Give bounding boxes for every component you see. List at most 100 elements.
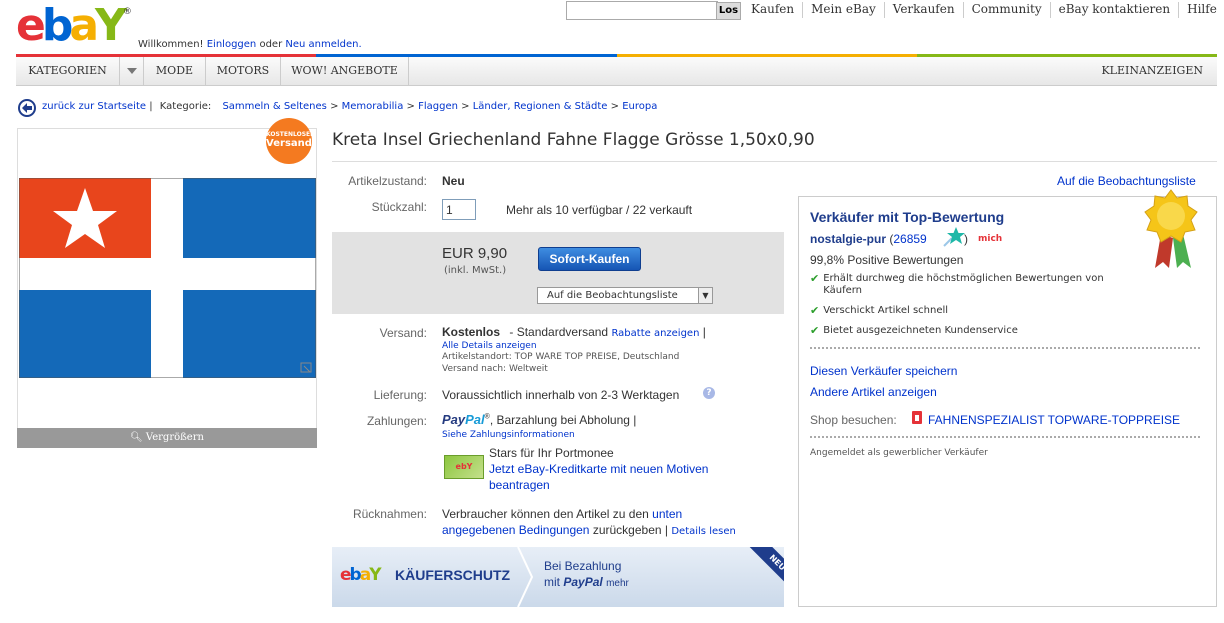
buy-now-button[interactable]: Sofort-Kaufen	[538, 247, 641, 271]
search-button[interactable]: Los	[716, 2, 741, 20]
back-arrow-icon[interactable]	[18, 99, 36, 117]
kleinanzeigen-link[interactable]: KLEINANZEIGEN	[1101, 57, 1203, 85]
breadcrumb-separator: >	[461, 101, 470, 112]
payment-methods: PayPal®, Barzahlung bei Abholung |	[442, 412, 636, 427]
divider	[810, 436, 1200, 438]
breadcrumb-item[interactable]: Sammeln & Seltenes	[222, 101, 326, 112]
watchlist-link[interactable]: Auf die Beobachtungsliste	[1057, 174, 1196, 188]
paypal-logo-part: Pal	[465, 412, 485, 427]
buyer-protection-line1: Bei Bezahlung	[544, 559, 622, 573]
enlarge-button[interactable]: 🔍︎ Vergrößern	[17, 428, 317, 448]
buyer-protection-banner[interactable]: ebaY KÄUFERSCHUTZ Bei Bezahlung mit PayP…	[332, 547, 784, 607]
paypal-text: PayPal	[563, 575, 603, 589]
credit-card-icon: ebY	[444, 455, 484, 479]
nav-kaufen[interactable]: Kaufen	[743, 2, 802, 18]
other-items-link[interactable]: Andere Artikel anzeigen	[810, 385, 937, 399]
availability-text: Mehr als 10 verfügbar / 22 verkauft	[506, 203, 693, 217]
breadcrumb-separator: >	[406, 101, 415, 112]
nav-hilfe[interactable]: Hilfe	[1178, 2, 1224, 18]
or-text: oder	[259, 39, 283, 50]
returns-text-2: zurückgeben |	[592, 523, 668, 537]
zoom-corner-icon	[300, 362, 314, 374]
item-title: Kreta Insel Griechenland Fahne Flagge Gr…	[332, 130, 815, 150]
badge-text: Erhält durchweg die höchstmöglichen Bewe…	[823, 273, 1104, 296]
title-divider	[332, 161, 1217, 162]
card-promo-title: Stars für Ihr Portmonee	[489, 446, 614, 460]
login-link[interactable]: Einloggen	[207, 39, 257, 50]
breadcrumb-item[interactable]: Europa	[622, 101, 657, 112]
watchlist-dropdown[interactable]: Auf die Beobachtungsliste ▼	[537, 287, 713, 304]
help-icon[interactable]: ?	[703, 387, 715, 399]
chevron-down-icon[interactable]: ▼	[698, 288, 712, 303]
condition-label: Artikelzustand:	[348, 174, 427, 188]
breadcrumb-item[interactable]: Memorabilia	[342, 101, 404, 112]
me-icon[interactable]: mich	[978, 234, 1002, 244]
returns-details-link[interactable]: Details lesen	[671, 526, 735, 537]
separator: |	[702, 325, 706, 339]
badge-line-2: Versand	[266, 138, 312, 149]
price-tax-note: (inkl. MwSt.)	[444, 265, 507, 276]
returns-label: Rücknahmen:	[352, 507, 427, 521]
feedback-score-link[interactable]: 26859	[893, 232, 926, 246]
returns-conditions-link[interactable]: unten	[652, 507, 682, 521]
logo-letter: b	[41, 0, 73, 51]
separator: |	[149, 101, 153, 112]
breadcrumb-separator: >	[330, 101, 339, 112]
categories-menu[interactable]: KATEGORIEN	[16, 57, 120, 85]
register-link[interactable]: Neu anmelden.	[285, 39, 361, 50]
back-to-home-link[interactable]: zurück zur Startseite	[42, 101, 146, 112]
nav-community[interactable]: Community	[962, 2, 1050, 18]
logo-letter: a	[69, 0, 99, 51]
categories-label: KATEGORIEN	[28, 64, 107, 77]
ebay-logo-small: ebaY	[340, 565, 382, 585]
ebay-logo[interactable]: ebaY®	[16, 0, 132, 51]
shop-link[interactable]: FAHNENSPEZIALIST TOPWARE-TOPPREISE	[928, 413, 1180, 427]
discounts-link[interactable]: Rabatte anzeigen	[611, 328, 699, 339]
category-mode[interactable]: MODE	[144, 57, 206, 85]
payment-info-link[interactable]: Siehe Zahlungsinformationen	[442, 430, 575, 440]
checkmark-icon: ✔	[810, 272, 820, 285]
breadcrumb-item[interactable]: Flaggen	[418, 101, 458, 112]
checkmark-icon: ✔	[810, 324, 820, 337]
delivery-value: Voraussichtlich innerhalb von 2-3 Werkta…	[442, 388, 680, 402]
top-seller-medal-icon	[1144, 189, 1198, 268]
business-seller-note: Angemeldet als gewerblicher Verkäufer	[810, 448, 988, 458]
welcome-message: Willkommen! Einloggen oder Neu anmelden.	[138, 39, 362, 50]
new-ribbon: NEU	[746, 547, 784, 594]
quantity-input[interactable]	[442, 199, 476, 220]
nav-kontakt[interactable]: eBay kontaktieren	[1049, 2, 1178, 18]
welcome-text: Willkommen!	[138, 39, 204, 50]
breadcrumb: zurück zur Startseite | Kategorie: Samme…	[42, 101, 657, 112]
nav-mein-ebay[interactable]: Mein eBay	[802, 2, 884, 18]
seller-name-link[interactable]: nostalgie-pur	[810, 232, 886, 246]
all-details-link[interactable]: Alle Details anzeigen	[442, 341, 537, 351]
seller-id-line: nostalgie-pur (26859	[810, 232, 927, 246]
line2-prefix: mit	[544, 575, 560, 589]
card-promo-link[interactable]: Jetzt eBay-Kreditkarte mit neuen Motiven	[489, 462, 708, 476]
logo-letter: Y	[369, 565, 381, 585]
free-shipping-badge: KOSTENLOSER Versand	[266, 118, 315, 164]
nav-verkaufen[interactable]: Verkaufen	[883, 2, 963, 18]
badge-text: Verschickt Artikel schnell	[823, 305, 949, 316]
paypal-logo: PayPal®	[442, 412, 490, 427]
shipping-method: - Standardversand	[509, 325, 609, 339]
breadcrumb-item[interactable]: Länder, Regionen & Städte	[473, 101, 608, 112]
product-image-flag[interactable]	[19, 178, 316, 378]
shipping-label: Versand:	[379, 326, 427, 340]
logo-letter: e	[340, 565, 351, 585]
search-input[interactable]	[566, 1, 718, 20]
more-link[interactable]: mehr	[606, 578, 629, 589]
category-bar: KATEGORIEN MODE MOTORS WOW! ANGEBOTE KLE…	[16, 57, 1217, 86]
category-motors[interactable]: MOTORS	[206, 57, 281, 85]
save-seller-link[interactable]: Diesen Verkäufer speichern	[810, 364, 957, 378]
chevron-down-icon[interactable]	[120, 57, 144, 85]
badge-item: ✔ Erhält durchweg die höchstmöglichen Bew…	[810, 273, 1140, 297]
payment-other: , Barzahlung bei Abholung |	[489, 413, 637, 427]
enlarge-label: Vergrößern	[145, 432, 204, 443]
quantity-label: Stückzahl:	[371, 200, 427, 214]
card-promo-link-2[interactable]: beantragen	[489, 478, 550, 492]
buyer-protection-title: KÄUFERSCHUTZ	[395, 567, 511, 583]
paren-close: )	[964, 232, 968, 246]
returns-conditions-link-2[interactable]: angegebenen Bedingungen	[442, 523, 589, 537]
category-wow-angebote[interactable]: WOW! ANGEBOTE	[281, 57, 409, 85]
